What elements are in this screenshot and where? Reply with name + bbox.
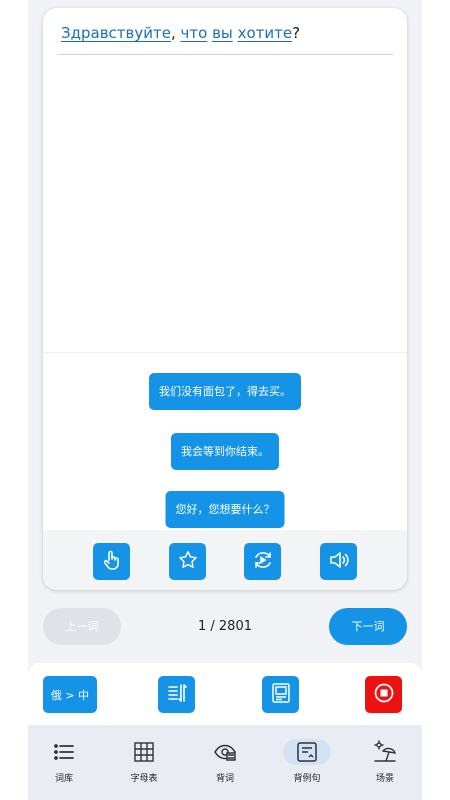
eye-icon [212,739,238,765]
grid-icon [131,739,157,765]
replay-icon [251,548,275,576]
tab-memorize-sentences[interactable]: 背例句 [275,735,339,791]
bottom-tab-bar: 词库 字母表 背词 背例句 场景 [28,725,422,800]
tab-alphabet[interactable]: 字母表 [112,735,176,791]
tab-scenes[interactable]: 场景 [353,735,417,791]
answer-option[interactable]: 我们没有面包了，得去买。 [149,373,301,410]
speaker-icon [327,548,351,576]
replay-button[interactable] [244,543,281,580]
flashcard-icon [269,681,293,709]
list-icon [51,739,77,765]
tab-label: 背词 [215,774,234,784]
punctuation: ? [292,24,301,42]
direction-label: 俄 > 中 [50,688,90,702]
tab-label: 词库 [54,774,73,784]
flashcard-button[interactable] [262,676,299,713]
tab-label: 场景 [375,774,394,784]
tab-label: 背例句 [293,774,321,784]
speaker-button[interactable] [320,543,357,580]
beach-icon [372,739,398,765]
direction-toggle-button[interactable]: 俄 > 中 [43,676,97,713]
sort-icon [165,681,189,709]
sentence-icon [283,739,331,765]
pager: 上一词 1 / 2801 下一词 [43,608,407,646]
stop-icon [372,681,396,709]
word-link[interactable]: хотите [238,24,293,42]
sort-button[interactable] [158,676,195,713]
star-icon [177,549,199,575]
word-link[interactable]: вы [212,24,233,42]
stop-button[interactable] [365,676,402,713]
answer-option[interactable]: 您好，您想要什么？ [165,491,285,528]
card-toolbar [43,530,407,590]
word-link[interactable]: Здравствуйте [61,24,171,42]
tab-memorize-words[interactable]: 背词 [193,735,257,791]
answer-option[interactable]: 我会等到你结束。 [171,433,279,470]
left-margin [0,0,28,800]
input-underline [57,54,393,55]
tab-word-library[interactable]: 词库 [32,735,96,791]
action-bar: 俄 > 中 [28,663,422,725]
tab-label: 字母表 [130,774,158,784]
right-margin [422,0,450,800]
answer-options: 我们没有面包了，得去买。 我会等到你结束。 您好，您想要什么？ [43,352,407,531]
next-word-button[interactable]: 下一词 [329,608,407,645]
word-link[interactable]: что [181,24,208,42]
punctuation: , [170,24,176,42]
word-counter: 1 / 2801 [198,619,252,634]
favorite-button[interactable] [169,543,206,580]
previous-word-button[interactable]: 上一词 [43,608,121,645]
russian-sentence: Здравствуйте, что вы хотите? [61,24,391,42]
tap-button[interactable] [93,543,130,580]
practice-card: Здравствуйте, что вы хотите? 我们没有面包了，得去买… [43,8,407,590]
tap-icon [100,548,124,576]
